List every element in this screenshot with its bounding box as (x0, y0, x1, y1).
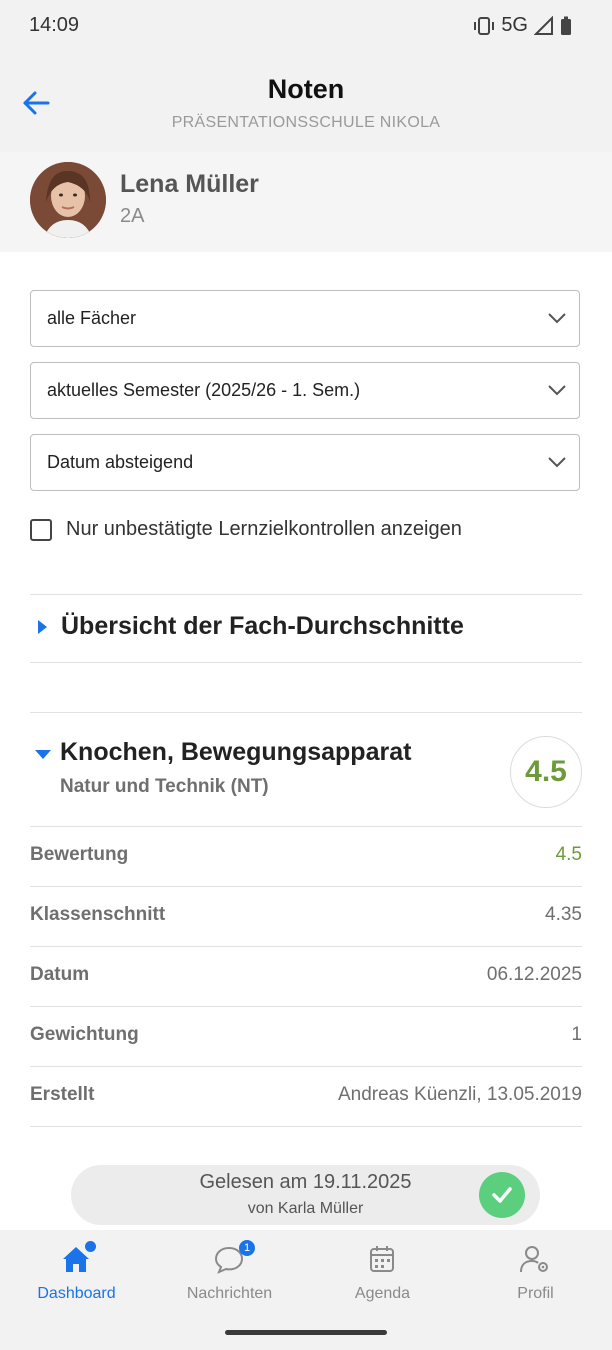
student-header: Lena Müller 2A (0, 152, 612, 252)
nav-messages[interactable]: 1 Nachrichten (153, 1238, 306, 1308)
detail-label: Datum (30, 964, 90, 985)
grade-title: Knochen, Bewegungsapparat (60, 738, 412, 766)
overview-toggle[interactable]: Übersicht der Fach-Durchschnitte (30, 612, 464, 641)
status-time: 14:09 (29, 14, 80, 36)
subject-select-value: alle Fächer (47, 308, 137, 328)
nav-label: Dashboard (37, 1285, 116, 1302)
detail-label: Klassenschnitt (30, 904, 166, 925)
nav-profile[interactable]: Profil (459, 1238, 612, 1308)
grade-entry-header[interactable]: Knochen, Bewegungsapparat Natur und Tech… (30, 736, 582, 818)
detail-value: 1 (571, 1024, 582, 1045)
status-bar: 14:09 5G (0, 0, 612, 54)
signal-icon (534, 15, 553, 35)
app-bar: Noten PRÄSENTATIONSSCHULE NIKOLA (0, 54, 612, 152)
sort-select[interactable]: Datum absteigend (30, 434, 580, 491)
overview-title: Übersicht der Fach-Durchschnitte (61, 612, 464, 640)
page-title: Noten (267, 74, 345, 104)
network-label: 5G (501, 14, 528, 36)
calendar-icon (370, 1246, 394, 1272)
semester-select-value: aktuelles Semester (2025/26 - 1. Sem.) (47, 380, 361, 400)
read-confirmation: Gelesen am 19.11.2025 von Karla Müller (71, 1165, 540, 1225)
detail-label: Gewichtung (30, 1024, 139, 1045)
checkmark-icon (492, 1187, 512, 1203)
nav-label: Agenda (354, 1285, 411, 1302)
detail-row-datum: Datum 06.12.2025 (30, 946, 582, 1006)
student-name: Lena Müller (120, 170, 259, 198)
read-date: Gelesen am 19.11.2025 (199, 1171, 412, 1193)
detail-row-erstellt: Erstellt Andreas Küenzli, 13.05.2019 (30, 1066, 582, 1126)
divider (30, 712, 582, 713)
chevron-down-icon (548, 385, 566, 396)
unconfirmed-filter-checkbox[interactable]: Nur unbestätigte Lernzielkontrollen anze… (30, 518, 462, 541)
messages-badge: 1 (239, 1240, 255, 1256)
chevron-down-icon (548, 313, 566, 324)
avatar (30, 162, 106, 238)
detail-label: Bewertung (30, 844, 129, 865)
home-indicator[interactable] (225, 1330, 387, 1335)
nav-label: Profil (517, 1285, 554, 1302)
school-name: PRÄSENTATIONSSCHULE NIKOLA (171, 114, 441, 131)
checkbox-label: Nur unbestätigte Lernzielkontrollen anze… (66, 518, 462, 540)
detail-row-bewertung: Bewertung 4.5 (30, 826, 582, 886)
battery-icon (561, 16, 571, 35)
caret-right-icon (38, 619, 47, 634)
vibrate-icon (474, 16, 495, 35)
detail-row-klassenschnitt: Klassenschnitt 4.35 (30, 886, 582, 946)
profile-settings-icon (520, 1246, 548, 1273)
subject-select[interactable]: alle Fächer (30, 290, 580, 347)
checkbox-box[interactable] (30, 518, 52, 541)
read-by: von Karla Müller (247, 1200, 364, 1217)
caret-down-icon (35, 750, 51, 759)
divider (30, 1126, 582, 1127)
divider (30, 662, 582, 663)
grade-score-badge: 4.5 (510, 736, 582, 808)
read-check-badge[interactable] (479, 1172, 525, 1218)
nav-agenda[interactable]: Agenda (306, 1238, 459, 1308)
detail-value: Andreas Küenzli, 13.05.2019 (337, 1084, 582, 1105)
nav-dashboard[interactable]: Dashboard (0, 1238, 153, 1308)
detail-row-gewichtung: Gewichtung 1 (30, 1006, 582, 1066)
divider (30, 594, 582, 595)
status-icons: 5G (473, 14, 572, 37)
student-class: 2A (120, 205, 145, 227)
sort-select-value: Datum absteigend (47, 452, 194, 472)
semester-select[interactable]: aktuelles Semester (2025/26 - 1. Sem.) (30, 362, 580, 419)
detail-value: 06.12.2025 (486, 964, 582, 985)
detail-value: 4.5 (555, 844, 582, 865)
chevron-down-icon (548, 457, 566, 468)
nav-label: Nachrichten (186, 1285, 273, 1302)
grade-subject: Natur und Technik (NT) (60, 776, 269, 797)
notification-dot (85, 1241, 96, 1252)
detail-value: 4.35 (545, 904, 582, 925)
detail-label: Erstellt (30, 1084, 95, 1105)
